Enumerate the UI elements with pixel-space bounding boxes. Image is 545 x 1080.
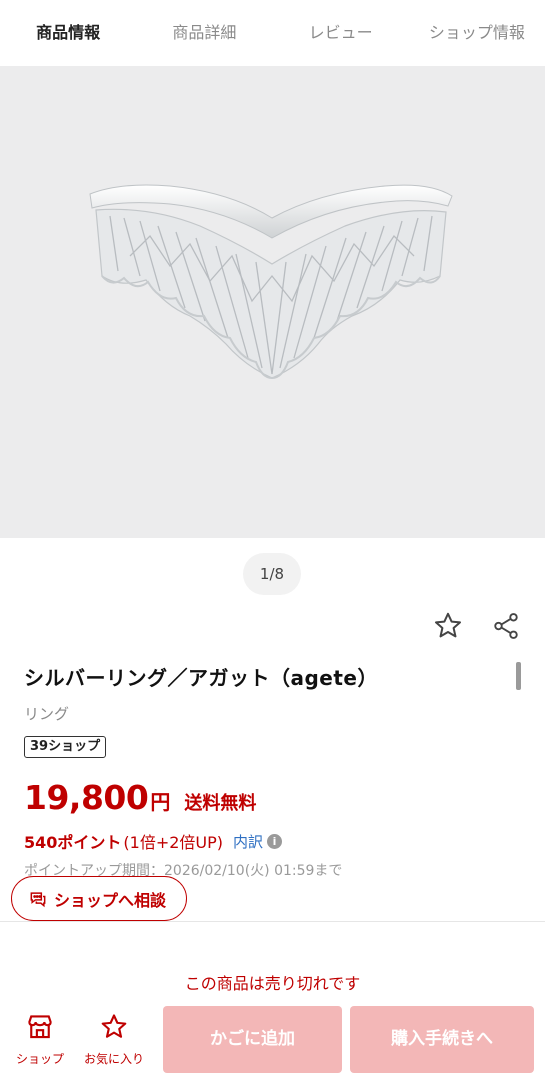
product-image-carousel[interactable] xyxy=(0,66,545,538)
checkout-button[interactable]: 購入手続きへ xyxy=(350,1006,534,1073)
consult-shop-button[interactable]: ショップへ相談 xyxy=(11,876,188,921)
points: 540ポイント xyxy=(24,833,122,852)
chat-icon xyxy=(30,891,46,907)
points-row: 540ポイント (1倍+2倍UP) 内訳 i xyxy=(24,829,283,853)
favorite-nav-button[interactable]: お気に入り xyxy=(82,1012,146,1067)
currency: 円 xyxy=(150,790,171,814)
star-icon xyxy=(101,1014,127,1038)
image-counter: 1/8 xyxy=(243,553,301,595)
shop-icon xyxy=(28,1015,52,1039)
scrollbar[interactable] xyxy=(516,662,521,690)
product-title: シルバーリング／アガット（agete） xyxy=(24,666,379,690)
tab-product-info[interactable]: 商品情報 xyxy=(0,0,136,66)
product-actions xyxy=(430,608,524,644)
sold-out-message: この商品は売り切れです xyxy=(184,974,361,993)
tab-shop-info[interactable]: ショップ情報 xyxy=(409,0,545,66)
add-to-cart-button[interactable]: かごに追加 xyxy=(163,1006,342,1073)
free-shipping-label: 送料無料 xyxy=(184,793,257,814)
info-icon[interactable]: i xyxy=(267,833,283,849)
product-image xyxy=(89,184,453,380)
tab-product-details[interactable]: 商品詳細 xyxy=(136,0,272,66)
shop-badge: 39ショップ xyxy=(24,736,107,758)
consult-shop-label: ショップへ相談 xyxy=(54,890,167,910)
points-breakdown-link[interactable]: 内訳 xyxy=(233,831,263,852)
share-icon[interactable] xyxy=(488,608,524,644)
favorite-star-icon[interactable] xyxy=(430,608,466,644)
price: 19,800 xyxy=(24,778,149,817)
tab-reviews[interactable]: レビュー xyxy=(273,0,409,66)
favorite-nav-label: お気に入り xyxy=(83,1052,144,1066)
top-tab-bar: 商品情報 商品詳細 レビュー ショップ情報 xyxy=(0,0,545,66)
shop-nav-button[interactable]: ショップ xyxy=(8,1012,72,1067)
shop-nav-label: ショップ xyxy=(15,1052,64,1066)
product-category[interactable]: リング xyxy=(24,703,69,724)
price-row: 19,800 円 送料無料 xyxy=(24,778,256,817)
divider xyxy=(0,921,545,922)
points-multiplier: (1倍+2倍UP) xyxy=(123,833,224,852)
